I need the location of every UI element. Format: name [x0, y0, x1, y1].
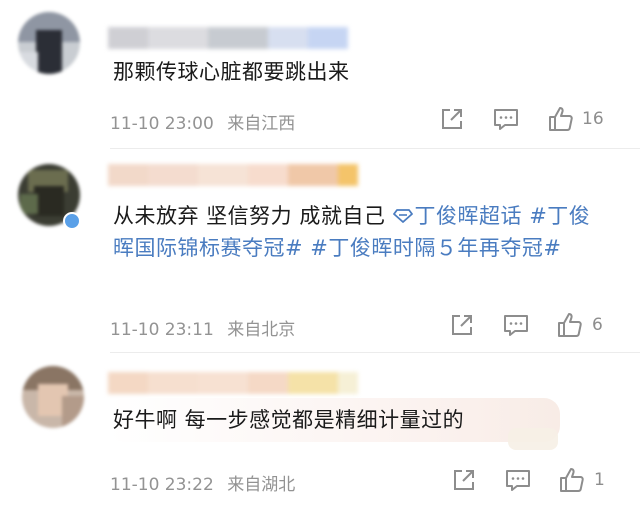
like-count: 6	[592, 315, 603, 335]
comment-meta: 11-10 23:22 来自湖北	[110, 470, 295, 495]
comment-time: 11-10 23:22	[110, 475, 214, 495]
like-count: 1	[594, 470, 605, 490]
username[interactable]	[108, 372, 358, 394]
comment-location: 来自江西	[227, 114, 296, 134]
comment-icon[interactable]	[493, 107, 519, 131]
sticker-decoration	[508, 428, 558, 450]
comment-icon[interactable]	[505, 468, 531, 492]
comment-icon[interactable]	[503, 313, 529, 337]
like-icon[interactable]	[558, 466, 586, 494]
divider	[110, 352, 640, 353]
topic-link[interactable]: 丁俊晖超话	[392, 204, 523, 228]
like-count: 16	[582, 109, 604, 129]
comment-item: 那颗传球心脏都要跳出来 11-10 23:00 来自江西 16	[0, 0, 640, 150]
comment-item: 好牛啊 每一步感觉都是精细计量过的 11-10 23:22 来自湖北 1	[0, 354, 640, 505]
comment-text: 从未放弃 坚信努力 成就自己 丁俊晖超话 #丁俊晖国际锦标赛夺冠# #丁俊晖时隔…	[113, 200, 603, 264]
share-icon[interactable]	[440, 107, 464, 131]
share-icon[interactable]	[450, 313, 474, 337]
comment-meta: 11-10 23:00 来自江西	[110, 109, 295, 134]
share-icon[interactable]	[452, 468, 476, 492]
super-topic-label: 丁俊晖超话	[414, 204, 523, 228]
like-icon[interactable]	[547, 105, 575, 133]
diamond-topic-icon	[392, 209, 413, 223]
username[interactable]	[108, 164, 358, 186]
comment-meta: 11-10 23:11 来自北京	[110, 315, 295, 340]
comment-text: 好牛啊 每一步感觉都是精细计量过的	[113, 408, 465, 432]
divider	[110, 148, 640, 149]
username[interactable]	[108, 27, 348, 49]
like-icon[interactable]	[556, 311, 584, 339]
comment-time: 11-10 23:11	[110, 320, 214, 340]
comment-time: 11-10 23:00	[110, 114, 214, 134]
verified-badge	[63, 212, 81, 230]
comment-location: 来自湖北	[227, 475, 296, 495]
avatar[interactable]	[18, 12, 80, 74]
avatar[interactable]	[22, 366, 84, 428]
hashtag-link[interactable]: #丁俊晖时隔５年再夺冠#	[310, 236, 561, 260]
comment-location: 来自北京	[227, 320, 296, 340]
comment-text: 那颗传球心脏都要跳出来	[113, 60, 350, 84]
comment-item: 从未放弃 坚信努力 成就自己 丁俊晖超话 #丁俊晖国际锦标赛夺冠# #丁俊晖时隔…	[0, 150, 640, 350]
comment-text-plain: 从未放弃 坚信努力 成就自己	[113, 204, 393, 228]
